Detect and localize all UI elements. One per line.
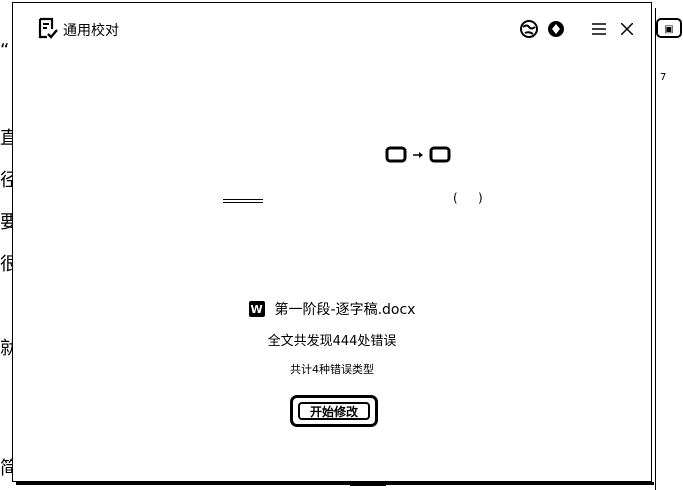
convert-illustration [385,145,455,165]
diamond-icon[interactable] [545,18,567,40]
app-title: 通用校对 [63,23,119,39]
file-row: W 第一阶段-逐字稿.docx [13,299,651,319]
start-fix-label: 开始修改 [298,402,370,420]
bg-side-badge: ▣ [656,18,682,38]
start-fix-button[interactable]: 开始修改 [290,395,378,427]
hamburger-menu-icon[interactable] [588,18,610,40]
bg-ruler-tick: 7 [660,72,667,83]
divider-line [223,199,263,203]
titlebar: 通用校对 [13,3,651,53]
bg-doc-char: “ [0,40,10,61]
bracket-mark: ( [453,191,458,205]
document-check-icon [37,17,59,41]
dialog-shadow [16,482,654,485]
close-icon[interactable] [616,18,638,40]
error-type-count: 共计4种错误类型 [290,363,374,376]
error-summary: 全文共发现444处错误 [267,334,397,349]
proofread-dialog: 通用校对 () W 第一阶段-逐字稿.docx 全文共发现444处错误 共计4… [12,2,652,482]
screen: “ 直 径 要 很 就 简 ▣ 7 通用校对 () W 第一阶段-逐字稿.do… [0,0,683,490]
word-doc-icon: W [248,301,265,317]
bracket-mark: ) [478,191,483,205]
file-name: 第一阶段-逐字稿.docx [274,302,416,318]
globe-icon[interactable] [518,18,540,40]
